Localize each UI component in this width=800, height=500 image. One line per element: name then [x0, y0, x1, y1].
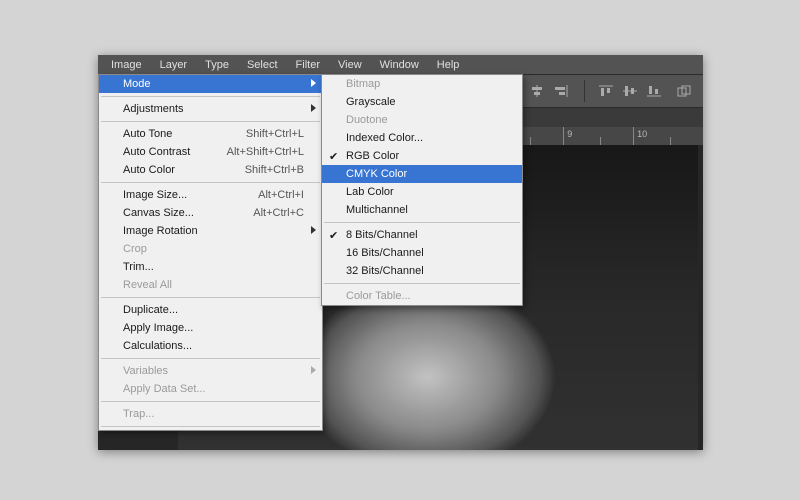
shortcut-label: Alt+Ctrl+C — [253, 207, 304, 219]
menu-type[interactable]: Type — [196, 57, 238, 73]
shortcut-label: Shift+Ctrl+L — [246, 128, 304, 140]
menu-item-trap: Trap... — [99, 405, 322, 423]
menu-item-rgb-color[interactable]: ✔ RGB Color — [322, 147, 522, 165]
menu-image[interactable]: Image — [102, 57, 151, 73]
chevron-right-icon — [311, 226, 316, 234]
menu-item-auto-color[interactable]: Auto Color Shift+Ctrl+B — [99, 161, 322, 179]
menu-window[interactable]: Window — [371, 57, 428, 73]
menu-item-indexed-color[interactable]: Indexed Color... — [322, 129, 522, 147]
check-icon: ✔ — [329, 229, 338, 242]
menu-separator — [101, 182, 320, 183]
menu-separator — [101, 121, 320, 122]
align-right-icon[interactable] — [550, 80, 572, 102]
align-vertical-group — [595, 80, 667, 102]
chevron-right-icon — [311, 366, 316, 374]
ruler-tick: 9 — [567, 129, 572, 139]
menu-item-variables: Variables — [99, 362, 322, 380]
menu-item-apply-data-set: Apply Data Set... — [99, 380, 322, 398]
menu-item-mode[interactable]: Mode — [99, 75, 322, 93]
chevron-right-icon — [311, 79, 316, 87]
menu-item-calculations[interactable]: Calculations... — [99, 337, 322, 355]
chevron-right-icon — [311, 104, 316, 112]
menu-item-8bit[interactable]: ✔ 8 Bits/Channel — [322, 226, 522, 244]
menu-item-reveal-all: Reveal All — [99, 276, 322, 294]
menu-item-crop: Crop — [99, 240, 322, 258]
menu-item-bitmap: Bitmap — [322, 75, 522, 93]
menu-item-adjustments[interactable]: Adjustments — [99, 100, 322, 118]
menu-item-cmyk-color[interactable]: CMYK Color — [322, 165, 522, 183]
menu-item-auto-contrast[interactable]: Auto Contrast Alt+Shift+Ctrl+L — [99, 143, 322, 161]
shortcut-label: Alt+Ctrl+I — [258, 189, 304, 201]
menu-filter[interactable]: Filter — [287, 57, 329, 73]
align-bottom-icon[interactable] — [643, 80, 665, 102]
menubar: Image Layer Type Select Filter View Wind… — [98, 55, 703, 74]
check-icon: ✔ — [329, 150, 338, 163]
menu-separator — [324, 222, 520, 223]
menu-item-duotone: Duotone — [322, 111, 522, 129]
align-top-icon[interactable] — [595, 80, 617, 102]
app-window: Image Layer Type Select Filter View Wind… — [98, 55, 703, 450]
menu-item-duplicate[interactable]: Duplicate... — [99, 301, 322, 319]
menu-item-multichannel[interactable]: Multichannel — [322, 201, 522, 219]
menu-item-canvas-size[interactable]: Canvas Size... Alt+Ctrl+C — [99, 204, 322, 222]
ruler-tick: 10 — [637, 129, 647, 139]
menu-separator — [101, 401, 320, 402]
image-menu-panel: Mode Adjustments Auto Tone Shift+Ctrl+L … — [98, 74, 323, 431]
menu-separator — [101, 426, 320, 427]
menu-item-grayscale[interactable]: Grayscale — [322, 93, 522, 111]
menu-select[interactable]: Select — [238, 57, 287, 73]
menu-separator — [324, 283, 520, 284]
menu-item-trim[interactable]: Trim... — [99, 258, 322, 276]
menu-help[interactable]: Help — [428, 57, 469, 73]
menu-item-apply-image[interactable]: Apply Image... — [99, 319, 322, 337]
menu-item-image-rotation[interactable]: Image Rotation — [99, 222, 322, 240]
align-middle-v-icon[interactable] — [619, 80, 641, 102]
menu-layer[interactable]: Layer — [151, 57, 197, 73]
arrange-icon[interactable] — [673, 80, 695, 102]
menu-item-32bit[interactable]: 32 Bits/Channel — [322, 262, 522, 280]
menu-separator — [101, 358, 320, 359]
menu-item-lab-color[interactable]: Lab Color — [322, 183, 522, 201]
menu-view[interactable]: View — [329, 57, 371, 73]
shortcut-label: Alt+Shift+Ctrl+L — [227, 146, 304, 158]
menu-item-auto-tone[interactable]: Auto Tone Shift+Ctrl+L — [99, 125, 322, 143]
menu-separator — [101, 297, 320, 298]
align-center-h-icon[interactable] — [526, 80, 548, 102]
menu-item-16bit[interactable]: 16 Bits/Channel — [322, 244, 522, 262]
menu-item-color-table: Color Table... — [322, 287, 522, 305]
toolbar-separator — [584, 80, 585, 102]
mode-submenu-panel: Bitmap Grayscale Duotone Indexed Color..… — [321, 74, 523, 306]
shortcut-label: Shift+Ctrl+B — [245, 164, 304, 176]
menu-item-image-size[interactable]: Image Size... Alt+Ctrl+I — [99, 186, 322, 204]
menu-separator — [101, 96, 320, 97]
